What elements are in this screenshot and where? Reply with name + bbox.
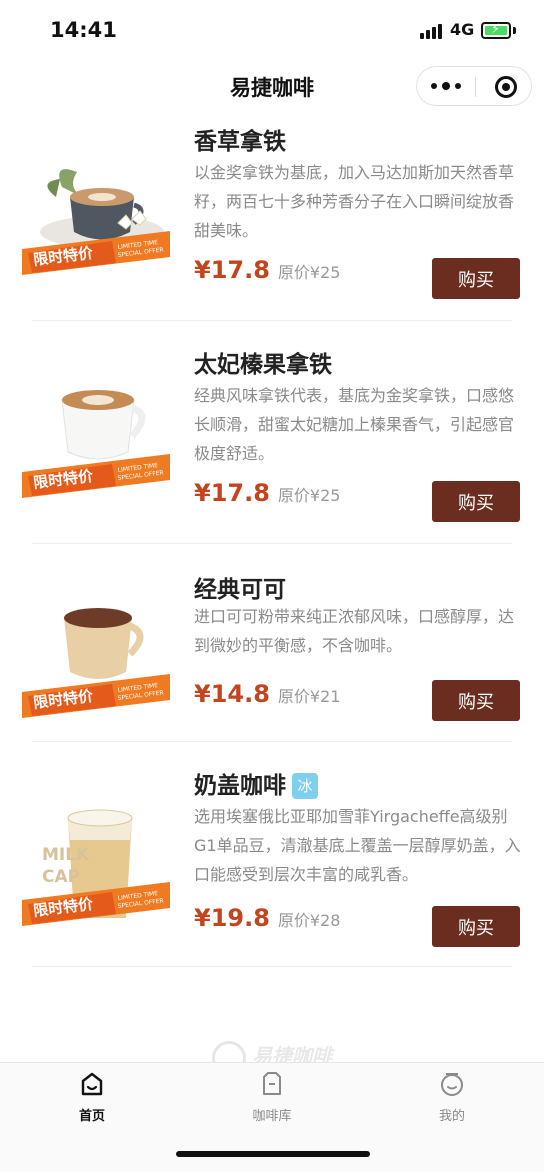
tab-label: 咖啡库 [252, 1109, 292, 1124]
mini-program-capsule [416, 66, 532, 106]
original-price: 原价¥21 [277, 687, 341, 706]
product-item: 限时特价 LIMITED TIME SPECIAL OFFER 香草拿铁 以金奖… [0, 112, 544, 320]
home-icon [81, 1072, 103, 1096]
network-type: 4G [450, 20, 475, 39]
tab-profile[interactable]: 我的 [392, 1071, 512, 1124]
more-icon[interactable] [417, 67, 475, 105]
product-description: 以金奖拿铁为基底，加入马达加斯加天然香草籽，两百七十多种芳香分子在入口瞬间绽放香… [194, 163, 515, 240]
signal-icon [420, 24, 444, 39]
product-name: 香草拿铁 [194, 129, 286, 155]
current-price: ¥19.8 [194, 904, 270, 932]
tab-label: 我的 [438, 1109, 465, 1124]
original-price: 原价¥25 [277, 486, 341, 505]
buy-button[interactable]: 购买 [432, 680, 520, 721]
original-price: 原价¥25 [277, 263, 341, 282]
profile-icon [441, 1073, 463, 1096]
battery-tip [513, 27, 516, 34]
price-row: ¥19.8 原价¥28 [194, 904, 340, 944]
buy-button[interactable]: 购买 [432, 481, 520, 522]
cup-print-text: MILK [42, 845, 90, 865]
capsule-divider [475, 77, 476, 97]
product-item: 限时特价 LIMITED TIME SPECIAL OFFER 太妃榛果拿铁 经… [0, 335, 544, 543]
tab-coffee-library[interactable]: 咖啡库 [212, 1071, 332, 1124]
product-image-toffee-hazelnut-latte: 限时特价 LIMITED TIME SPECIAL OFFER [22, 380, 182, 530]
product-name: 经典可可 [194, 577, 286, 603]
status-bar: 14:41 4G ⚡ [0, 0, 544, 62]
home-indicator [176, 1151, 370, 1157]
tab-label: 首页 [78, 1109, 105, 1124]
price-row: ¥14.8 原价¥21 [194, 680, 340, 720]
close-icon[interactable] [495, 76, 517, 98]
product-image-milk-cap-coffee: MILK CAP 限时特价 LIMITED TIME SPECIAL OFFER [22, 808, 182, 958]
current-price: ¥17.8 [194, 479, 270, 507]
product-name: 奶盖咖啡冰 [194, 766, 318, 800]
product-item: 限时特价 LIMITED TIME SPECIAL OFFER 经典可可 进口可… [0, 560, 544, 740]
battery-icon: ⚡ [481, 22, 511, 39]
buy-button[interactable]: 购买 [432, 906, 520, 947]
iced-badge: 冰 [292, 773, 318, 799]
original-price: 原价¥28 [277, 911, 341, 930]
product-name: 太妃榛果拿铁 [194, 352, 332, 378]
product-description: 经典风味拿铁代表，基底为金奖拿铁，口感悠长顺滑，甜蜜太妃糖加上榛果香气，引起感官… [194, 386, 515, 463]
product-image-vanilla-latte: 限时特价 LIMITED TIME SPECIAL OFFER [22, 157, 182, 307]
divider [32, 543, 512, 544]
coffee-library-icon [263, 1072, 281, 1095]
tab-home[interactable]: 首页 [32, 1071, 152, 1124]
product-image-classic-cocoa: 限时特价 LIMITED TIME SPECIAL OFFER [22, 600, 182, 750]
status-time: 14:41 [50, 18, 117, 42]
divider [32, 320, 512, 321]
divider [32, 741, 512, 742]
product-description: 选用埃塞俄比亚耶加雪菲Yirgacheffe高级别G1单品豆，清澈基底上覆盖一层… [194, 807, 521, 884]
product-description: 进口可可粉带来纯正浓郁风味，口感醇厚，达到微妙的平衡感，不含咖啡。 [194, 607, 515, 655]
cup-print-text: CAP [42, 867, 80, 887]
product-item: MILK CAP 限时特价 LIMITED TIME SPECIAL OFFER… [0, 758, 544, 966]
current-price: ¥14.8 [194, 680, 270, 708]
buy-button[interactable]: 购买 [432, 258, 520, 299]
price-row: ¥17.8 原价¥25 [194, 479, 340, 519]
divider [32, 966, 512, 967]
current-price: ¥17.8 [194, 256, 270, 284]
price-row: ¥17.8 原价¥25 [194, 256, 340, 296]
